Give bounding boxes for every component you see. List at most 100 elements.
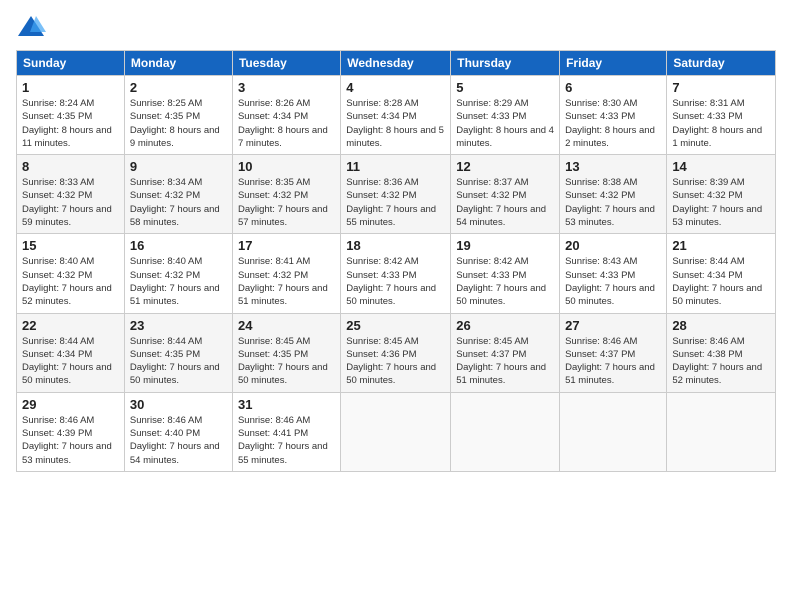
table-row: 17 Sunrise: 8:41 AMSunset: 4:32 PMDayligh… <box>232 234 340 313</box>
calendar-table: Sunday Monday Tuesday Wednesday Thursday… <box>16 50 776 472</box>
table-row: 22Sunrise: 8:44 AMSunset: 4:34 PMDayligh… <box>17 313 125 392</box>
day-info: Sunrise: 8:46 AMSunset: 4:39 PMDaylight:… <box>22 414 119 467</box>
table-row <box>341 392 451 471</box>
table-row: 4 Sunrise: 8:28 AMSunset: 4:34 PMDaylight… <box>341 76 451 155</box>
col-saturday: Saturday <box>667 51 776 76</box>
day-info: Sunrise: 8:33 AMSunset: 4:32 PMDaylight:… <box>22 176 119 229</box>
day-number: 5 <box>456 80 554 95</box>
day-info: Sunrise: 8:40 AMSunset: 4:32 PMDaylight:… <box>130 255 227 308</box>
table-row: 16 Sunrise: 8:40 AMSunset: 4:32 PMDayligh… <box>124 234 232 313</box>
col-thursday: Thursday <box>451 51 560 76</box>
day-info: Sunrise: 8:43 AMSunset: 4:33 PMDaylight:… <box>565 255 661 308</box>
day-info: Sunrise: 8:45 AMSunset: 4:36 PMDaylight:… <box>346 335 445 388</box>
day-number: 26 <box>456 318 554 333</box>
day-number: 18 <box>346 238 445 253</box>
page: Sunday Monday Tuesday Wednesday Thursday… <box>0 0 792 612</box>
day-info: Sunrise: 8:42 AMSunset: 4:33 PMDaylight:… <box>456 255 554 308</box>
table-row: 27 Sunrise: 8:46 AMSunset: 4:37 PMDayligh… <box>560 313 667 392</box>
day-number: 20 <box>565 238 661 253</box>
day-number: 3 <box>238 80 335 95</box>
table-row: 23 Sunrise: 8:44 AMSunset: 4:35 PMDayligh… <box>124 313 232 392</box>
logo-icon <box>16 12 46 42</box>
col-wednesday: Wednesday <box>341 51 451 76</box>
day-number: 29 <box>22 397 119 412</box>
table-row: 7 Sunrise: 8:31 AMSunset: 4:33 PMDaylight… <box>667 76 776 155</box>
day-info: Sunrise: 8:46 AMSunset: 4:37 PMDaylight:… <box>565 335 661 388</box>
table-row: 19 Sunrise: 8:42 AMSunset: 4:33 PMDayligh… <box>451 234 560 313</box>
day-info: Sunrise: 8:44 AMSunset: 4:35 PMDaylight:… <box>130 335 227 388</box>
table-row: 14 Sunrise: 8:39 AMSunset: 4:32 PMDayligh… <box>667 155 776 234</box>
day-info: Sunrise: 8:46 AMSunset: 4:41 PMDaylight:… <box>238 414 335 467</box>
table-row: 15 Sunrise: 8:40 AMSunset: 4:32 PMDayligh… <box>17 234 125 313</box>
table-row: 24 Sunrise: 8:45 AMSunset: 4:35 PMDayligh… <box>232 313 340 392</box>
table-row: 8 Sunrise: 8:33 AMSunset: 4:32 PMDaylight… <box>17 155 125 234</box>
calendar-week-row: 29 Sunrise: 8:46 AMSunset: 4:39 PMDayligh… <box>17 392 776 471</box>
day-info: Sunrise: 8:45 AMSunset: 4:37 PMDaylight:… <box>456 335 554 388</box>
table-row: 9 Sunrise: 8:34 AMSunset: 4:32 PMDaylight… <box>124 155 232 234</box>
day-number: 28 <box>672 318 770 333</box>
table-row <box>560 392 667 471</box>
day-number: 4 <box>346 80 445 95</box>
col-sunday: Sunday <box>17 51 125 76</box>
table-row: 3 Sunrise: 8:26 AMSunset: 4:34 PMDaylight… <box>232 76 340 155</box>
day-number: 17 <box>238 238 335 253</box>
day-number: 7 <box>672 80 770 95</box>
table-row: 30 Sunrise: 8:46 AMSunset: 4:40 PMDayligh… <box>124 392 232 471</box>
day-number: 13 <box>565 159 661 174</box>
table-row: 6 Sunrise: 8:30 AMSunset: 4:33 PMDaylight… <box>560 76 667 155</box>
col-monday: Monday <box>124 51 232 76</box>
table-row: 31 Sunrise: 8:46 AMSunset: 4:41 PMDayligh… <box>232 392 340 471</box>
day-number: 6 <box>565 80 661 95</box>
table-row: 29 Sunrise: 8:46 AMSunset: 4:39 PMDayligh… <box>17 392 125 471</box>
table-row: 18 Sunrise: 8:42 AMSunset: 4:33 PMDayligh… <box>341 234 451 313</box>
day-number: 31 <box>238 397 335 412</box>
table-row <box>667 392 776 471</box>
day-number: 27 <box>565 318 661 333</box>
col-tuesday: Tuesday <box>232 51 340 76</box>
day-info: Sunrise: 8:46 AMSunset: 4:38 PMDaylight:… <box>672 335 770 388</box>
table-row: 13 Sunrise: 8:38 AMSunset: 4:32 PMDayligh… <box>560 155 667 234</box>
day-number: 25 <box>346 318 445 333</box>
day-info: Sunrise: 8:41 AMSunset: 4:32 PMDaylight:… <box>238 255 335 308</box>
table-row: 5Sunrise: 8:29 AMSunset: 4:33 PMDaylight… <box>451 76 560 155</box>
day-number: 8 <box>22 159 119 174</box>
calendar-week-row: 8 Sunrise: 8:33 AMSunset: 4:32 PMDaylight… <box>17 155 776 234</box>
day-number: 14 <box>672 159 770 174</box>
table-row <box>451 392 560 471</box>
day-number: 10 <box>238 159 335 174</box>
day-number: 15 <box>22 238 119 253</box>
table-row: 12Sunrise: 8:37 AMSunset: 4:32 PMDayligh… <box>451 155 560 234</box>
day-number: 11 <box>346 159 445 174</box>
day-number: 23 <box>130 318 227 333</box>
day-info: Sunrise: 8:26 AMSunset: 4:34 PMDaylight:… <box>238 97 335 150</box>
day-info: Sunrise: 8:38 AMSunset: 4:32 PMDaylight:… <box>565 176 661 229</box>
table-row: 28 Sunrise: 8:46 AMSunset: 4:38 PMDayligh… <box>667 313 776 392</box>
table-row: 2 Sunrise: 8:25 AMSunset: 4:35 PMDaylight… <box>124 76 232 155</box>
day-number: 1 <box>22 80 119 95</box>
table-row: 26 Sunrise: 8:45 AMSunset: 4:37 PMDayligh… <box>451 313 560 392</box>
day-info: Sunrise: 8:28 AMSunset: 4:34 PMDaylight:… <box>346 97 445 150</box>
day-info: Sunrise: 8:42 AMSunset: 4:33 PMDaylight:… <box>346 255 445 308</box>
day-info: Sunrise: 8:46 AMSunset: 4:40 PMDaylight:… <box>130 414 227 467</box>
day-info: Sunrise: 8:44 AMSunset: 4:34 PMDaylight:… <box>22 335 119 388</box>
day-number: 19 <box>456 238 554 253</box>
table-row: 25 Sunrise: 8:45 AMSunset: 4:36 PMDayligh… <box>341 313 451 392</box>
logo <box>16 12 52 42</box>
day-info: Sunrise: 8:34 AMSunset: 4:32 PMDaylight:… <box>130 176 227 229</box>
day-info: Sunrise: 8:25 AMSunset: 4:35 PMDaylight:… <box>130 97 227 150</box>
day-info: Sunrise: 8:30 AMSunset: 4:33 PMDaylight:… <box>565 97 661 150</box>
day-info: Sunrise: 8:37 AMSunset: 4:32 PMDaylight:… <box>456 176 554 229</box>
day-number: 9 <box>130 159 227 174</box>
day-number: 16 <box>130 238 227 253</box>
day-info: Sunrise: 8:45 AMSunset: 4:35 PMDaylight:… <box>238 335 335 388</box>
table-row: 20 Sunrise: 8:43 AMSunset: 4:33 PMDayligh… <box>560 234 667 313</box>
day-number: 2 <box>130 80 227 95</box>
table-row: 1Sunrise: 8:24 AMSunset: 4:35 PMDaylight… <box>17 76 125 155</box>
day-info: Sunrise: 8:31 AMSunset: 4:33 PMDaylight:… <box>672 97 770 150</box>
day-info: Sunrise: 8:40 AMSunset: 4:32 PMDaylight:… <box>22 255 119 308</box>
calendar-header-row: Sunday Monday Tuesday Wednesday Thursday… <box>17 51 776 76</box>
col-friday: Friday <box>560 51 667 76</box>
day-info: Sunrise: 8:39 AMSunset: 4:32 PMDaylight:… <box>672 176 770 229</box>
day-number: 24 <box>238 318 335 333</box>
day-number: 30 <box>130 397 227 412</box>
